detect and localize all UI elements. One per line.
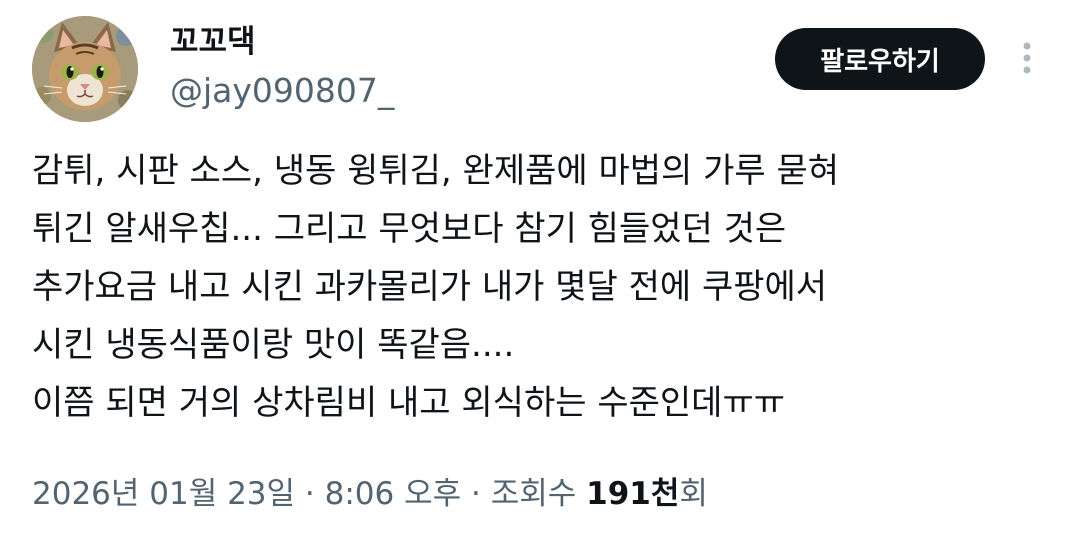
views-suffix: 회 — [679, 476, 708, 512]
meta-separator: · — [295, 476, 325, 512]
meta-separator: · — [461, 476, 491, 512]
views-count: 191천 — [586, 476, 680, 512]
tweet-text-line: 튀긴 알새우칩... 그리고 무엇보다 참기 힘들었던 것은 — [32, 209, 787, 249]
tweet-text-line: 추가요금 내고 시킨 과카몰리가 내가 몇달 전에 쿠팡에서 — [32, 267, 828, 307]
tweet-text-line: 감튀, 시판 소스, 냉동 윙튀김, 완제품에 마법의 가루 묻혀 — [32, 151, 840, 191]
tweet-time[interactable]: 8:06 오후 — [325, 476, 462, 512]
more-options-button[interactable] — [1012, 40, 1042, 76]
more-vertical-icon — [1023, 42, 1031, 74]
tweet-text: 감튀, 시판 소스, 냉동 윙튀김, 완제품에 마법의 가루 묻혀 튀긴 알새우… — [32, 142, 1052, 432]
tweet-card: 꼬꼬댁 @jay090807_ 팔로우하기 감튀, 시판 소스, 냉동 윙튀김,… — [0, 0, 1080, 546]
follow-button[interactable]: 팔로우하기 — [775, 28, 985, 90]
cat-face-icon — [32, 16, 138, 122]
tweet-date[interactable]: 2026년 01월 23일 — [32, 476, 295, 512]
views-prefix: 조회수 — [490, 476, 587, 512]
user-handle[interactable]: @jay090807_ — [170, 70, 394, 112]
tweet-metadata: 2026년 01월 23일 · 8:06 오후 · 조회수 191천회 — [32, 472, 708, 516]
tweet-text-line: 이쯤 되면 거의 상차림비 내고 외식하는 수준인데ㅠㅠ — [32, 383, 786, 423]
display-name[interactable]: 꼬꼬댁 — [170, 22, 256, 62]
tweet-text-line: 시킨 냉동식품이랑 맛이 똑같음.... — [32, 325, 515, 365]
avatar[interactable] — [32, 16, 138, 122]
